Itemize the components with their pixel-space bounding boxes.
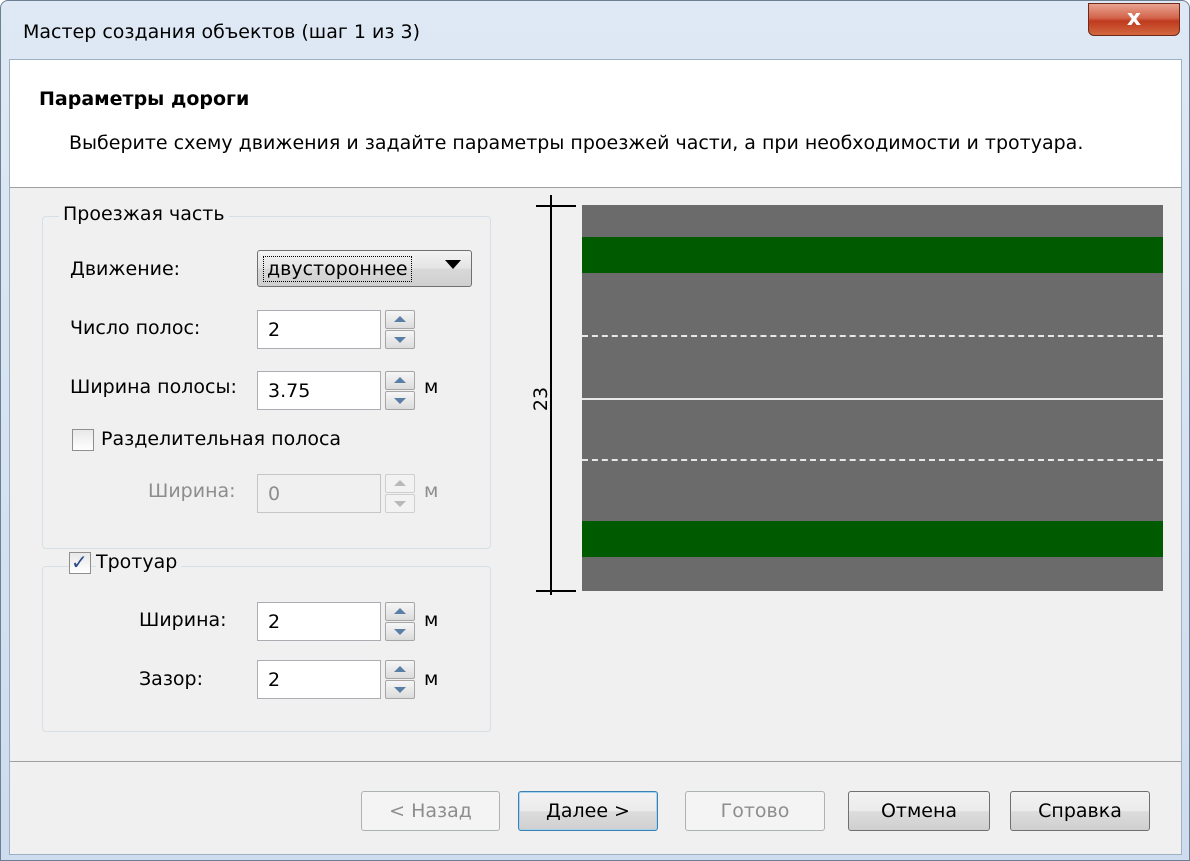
road-width-dimension: 23: [530, 386, 553, 412]
sidewalk-gap-increment-button[interactable]: [385, 660, 415, 679]
arrow-up-icon: [394, 666, 406, 672]
divider-checkbox[interactable]: [72, 429, 94, 451]
sidewalk-gap-input[interactable]: [258, 661, 380, 698]
lanes-label: Число полос:: [70, 317, 201, 339]
page-title: Параметры дороги: [39, 88, 250, 110]
arrow-down-icon: [394, 629, 406, 635]
close-button[interactable]: x: [1088, 3, 1180, 36]
lanes-input[interactable]: [258, 311, 380, 348]
divider-width-increment-button[interactable]: [385, 474, 415, 493]
lane-width-increment-button[interactable]: [385, 371, 415, 390]
arrow-up-icon: [394, 377, 406, 383]
sidewalk-width-label: Ширина:: [139, 609, 227, 631]
wizard-window: Мастер создания объектов (шаг 1 из 3) x …: [0, 0, 1190, 861]
divider-width-field[interactable]: [257, 474, 381, 513]
footer-separator: [10, 761, 1181, 762]
lane-marking-dashed-bottom: [582, 459, 1163, 461]
wizard-client-area: Параметры дороги Выберите схему движения…: [9, 59, 1182, 855]
lane-width-field[interactable]: [257, 371, 381, 410]
dimension-tick-top: [536, 205, 576, 207]
sidewalk-width-field[interactable]: [257, 602, 381, 641]
chevron-down-icon: [445, 260, 461, 269]
next-button[interactable]: Далее >: [518, 791, 658, 831]
wizard-header: Параметры дороги Выберите схему движения…: [10, 60, 1181, 188]
traffic-select-value: двустороннее: [263, 256, 412, 282]
divider-width-unit: м: [424, 480, 439, 502]
lanes-field[interactable]: [257, 310, 381, 349]
sidewalk-group: [42, 566, 491, 732]
sidewalk-checkbox-label[interactable]: Тротуар: [96, 551, 182, 573]
center-line: [582, 398, 1163, 400]
arrow-up-icon: [394, 608, 406, 614]
arrow-down-icon: [394, 337, 406, 343]
lanes-decrement-button[interactable]: [385, 330, 415, 349]
sidewalk-width-increment-button[interactable]: [385, 602, 415, 621]
sidewalk-checkbox[interactable]: ✓: [69, 550, 91, 574]
close-icon: x: [1126, 6, 1142, 31]
dimension-tick-bottom: [536, 590, 576, 592]
traffic-select[interactable]: двустороннее: [257, 250, 472, 287]
finish-button[interactable]: Готово: [685, 791, 825, 831]
lanes-increment-button[interactable]: [385, 310, 415, 329]
roadway-group-legend: Проезжая часть: [59, 203, 229, 225]
sidewalk-width-decrement-button[interactable]: [385, 622, 415, 641]
help-button[interactable]: Справка: [1010, 791, 1150, 831]
title-bar[interactable]: Мастер создания объектов (шаг 1 из 3) x: [1, 1, 1189, 43]
traffic-label: Движение:: [70, 258, 181, 280]
sidewalk-gap-decrement-button[interactable]: [385, 680, 415, 699]
arrow-down-icon: [394, 501, 406, 507]
sidewalk-gap-label: Зазор:: [139, 668, 204, 690]
lane-marking-dashed-top: [582, 335, 1163, 337]
sidewalk-gap-field[interactable]: [257, 660, 381, 699]
sidewalk-gap-unit: м: [424, 668, 439, 690]
sidewalk-width-unit: м: [424, 609, 439, 631]
sidewalk-width-input[interactable]: [258, 603, 380, 640]
check-icon: ✓: [71, 550, 88, 574]
arrow-up-icon: [394, 316, 406, 322]
sidewalk-strip-bottom: [582, 521, 1163, 557]
page-description: Выберите схему движения и задайте параме…: [69, 132, 1084, 154]
lane-width-decrement-button[interactable]: [385, 391, 415, 410]
arrow-down-icon: [394, 398, 406, 404]
cancel-button[interactable]: Отмена: [848, 791, 990, 831]
divider-checkbox-label[interactable]: Разделительная полоса: [101, 428, 341, 450]
lane-width-unit: м: [424, 376, 439, 398]
lane-width-label: Ширина полосы:: [70, 376, 237, 398]
divider-width-decrement-button[interactable]: [385, 494, 415, 513]
window-title: Мастер создания объектов (шаг 1 из 3): [23, 21, 420, 43]
road-preview: [582, 205, 1163, 591]
arrow-down-icon: [394, 687, 406, 693]
arrow-up-icon: [394, 480, 406, 486]
divider-width-label: Ширина:: [148, 480, 236, 502]
back-button[interactable]: < Назад: [361, 791, 500, 831]
sidewalk-strip-top: [582, 237, 1163, 273]
lane-width-input[interactable]: [258, 372, 380, 409]
divider-width-input[interactable]: [258, 475, 380, 512]
